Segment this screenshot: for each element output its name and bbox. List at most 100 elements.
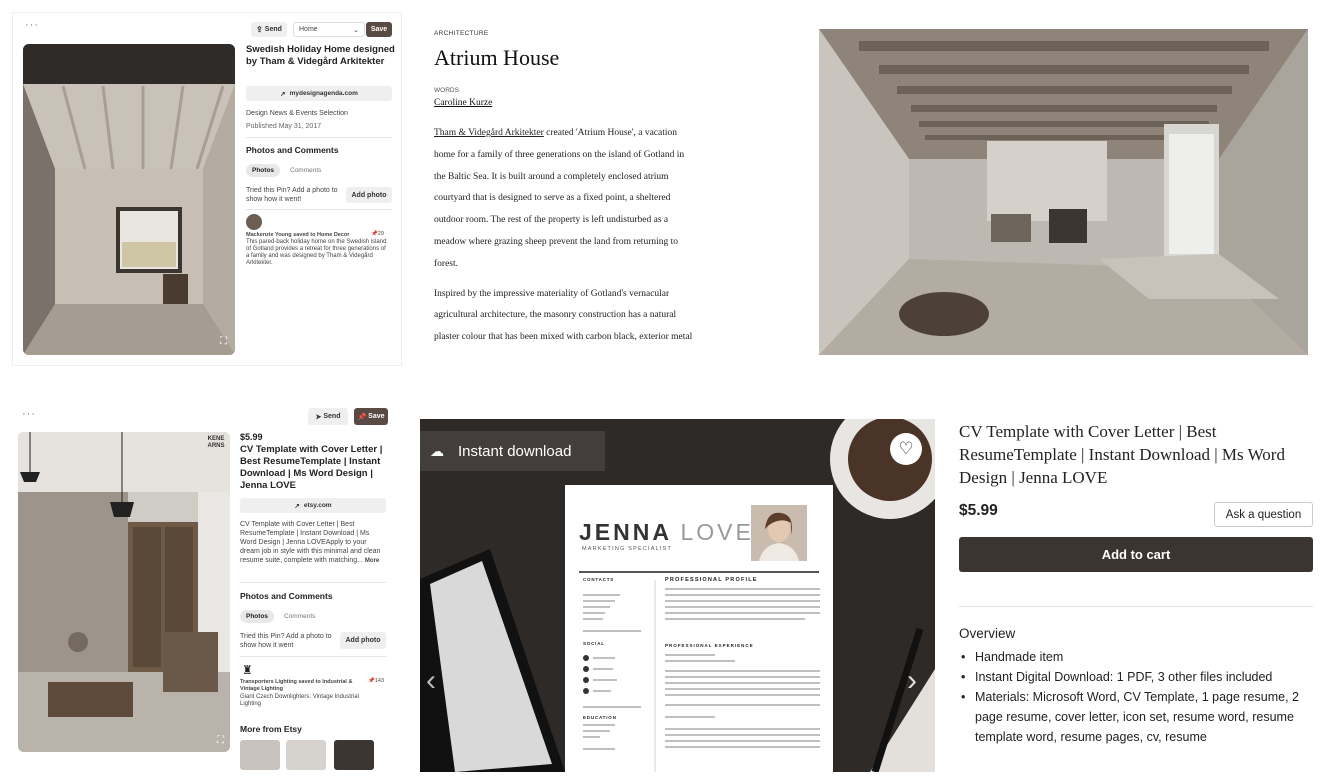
saver-description: Giant Czech Downlighters. Vintage Indust…: [240, 694, 359, 707]
pin-price: $5.99: [240, 432, 263, 442]
architect-link[interactable]: Tham & Videgård Arkitekter: [434, 128, 544, 138]
add-photo-button[interactable]: Add photo: [346, 187, 392, 203]
list-item: Handmade item: [959, 647, 1314, 667]
ask-question-button[interactable]: Ask a question: [1214, 502, 1313, 527]
send-button[interactable]: ⇪ Send: [251, 22, 287, 37]
para1-line: forest.: [434, 258, 459, 269]
para1-line: outdoor room. The rest of the property i…: [434, 215, 669, 226]
arrow-up-right-icon: ↗: [280, 90, 286, 98]
para1-line: the Baltic Sea. It is built around a com…: [434, 171, 669, 182]
article-category[interactable]: ARCHITECTURE: [434, 30, 734, 37]
chevron-right-icon[interactable]: ›: [907, 664, 917, 698]
pin-panel-house: ··· ⇪ Send Home ⌄ Save ⛶ Swedish Holiday…: [12, 12, 402, 366]
pin-image-loft[interactable]: KENE ARNS ⛶: [18, 432, 230, 752]
para1-line: home for a family of three generations o…: [434, 149, 685, 160]
avatar[interactable]: [246, 214, 262, 230]
saver-line[interactable]: Mackenzie Young saved to Home Decor: [246, 232, 366, 239]
list-item: Instant Digital Download: 1 PDF, 3 other…: [959, 667, 1314, 687]
tab-photos[interactable]: Photos: [246, 164, 281, 177]
divider: [246, 137, 392, 138]
words-label: WORDS: [434, 87, 459, 94]
saver-description: This pared-back holiday home on the Swed…: [246, 239, 387, 266]
overview-heading: Overview: [959, 626, 1016, 641]
send-button[interactable]: ➤ Send: [308, 408, 348, 425]
send-label: Send: [323, 413, 341, 420]
divider: [240, 582, 386, 583]
source-link-label: mydesignagenda.com: [289, 90, 358, 97]
cv-product-image[interactable]: ☁ Instant download ♡ ‹ › JENNA LOVE MARK…: [420, 419, 935, 772]
source-name[interactable]: Design News & Events Selection: [246, 109, 348, 118]
chevron-left-icon[interactable]: ‹: [426, 664, 436, 698]
photos-comments-heading: Photos and Comments: [246, 145, 339, 155]
industrial-loft-image: [18, 432, 230, 752]
pin-panel-cv: ··· ➤ Send 📌 Save KENE ARNS ⛶ $5.99 CV T…: [12, 402, 402, 772]
image-brand: KENE ARNS: [207, 436, 225, 449]
para1-line: meadow where grazing sheep prevent the l…: [434, 236, 679, 247]
article-body: Tham & Videgård Arkitekter created 'Atri…: [434, 123, 734, 349]
listing-title: CV Template with Cover Letter | Best Res…: [959, 422, 1285, 487]
expand-icon[interactable]: ⛶: [217, 735, 224, 746]
pin-title[interactable]: CV Template with Cover Letter | Best Res…: [240, 444, 390, 492]
pin-description-text: CV Template with Cover Letter | Best Res…: [240, 521, 381, 564]
cv-text-lines: [583, 580, 820, 772]
lamp-icon[interactable]: ♜: [242, 663, 253, 677]
saver-line[interactable]: Transporters Lighting saved to Industria…: [240, 679, 360, 693]
interior-photo-image: [819, 29, 1308, 355]
add-to-cart-button[interactable]: Add to cart: [959, 537, 1313, 572]
pin-icon: 📌: [357, 413, 367, 421]
pin-image-house[interactable]: ⛶: [23, 44, 235, 355]
tab-comments[interactable]: Comments: [284, 164, 327, 177]
etsy-listing-panel: CV Template with Cover Letter | Best Res…: [959, 420, 1314, 744]
divider: [240, 656, 386, 657]
tab-photos[interactable]: Photos: [240, 610, 275, 623]
photos-comments-heading: Photos and Comments: [240, 591, 333, 601]
more-thumb[interactable]: [286, 740, 326, 770]
board-select[interactable]: Home ⌄: [293, 22, 365, 37]
save-button[interactable]: Save: [366, 22, 392, 37]
article-paragraph-1: Tham & Videgård Arkitekter created 'Atri…: [434, 123, 734, 276]
source-link[interactable]: ↗ mydesignagenda.com: [246, 86, 392, 101]
send-icon: ➤: [315, 413, 322, 421]
more-menu-icon[interactable]: ···: [25, 19, 39, 31]
para2-line: agricultural architecture, the masonry c…: [434, 310, 677, 321]
board-select-value: Home: [299, 26, 318, 33]
divider: [246, 209, 392, 210]
more-thumb[interactable]: [334, 740, 374, 770]
save-count: 📌143: [368, 678, 384, 685]
para1-line: courtyard that is designed to serve as a…: [434, 193, 671, 204]
send-label: Send: [264, 26, 282, 33]
article-title: Atrium House: [434, 45, 560, 70]
tried-pin-text: Tried this Pin? Add a photo to show how …: [240, 633, 332, 649]
more-menu-icon[interactable]: ···: [22, 408, 36, 420]
tried-pin-text: Tried this Pin? Add a photo to show how …: [246, 187, 338, 203]
share-icon: ⇪: [256, 25, 263, 34]
source-link[interactable]: ↗ etsy.com: [240, 498, 386, 513]
save-label: Save: [368, 413, 385, 420]
para2-line: plaster colour that has been mixed with …: [434, 332, 693, 343]
save-count: 📌29: [371, 231, 384, 238]
save-button[interactable]: 📌 Save: [354, 408, 388, 425]
article-panel: ARCHITECTURE Atrium House WORDS Caroline…: [434, 30, 734, 349]
author-link[interactable]: Caroline Kurze: [434, 98, 734, 108]
listing-price: $5.99: [959, 502, 998, 519]
overview-list: Handmade item Instant Digital Download: …: [959, 647, 1314, 747]
instant-download-badge: ☁ Instant download: [420, 431, 605, 471]
add-photo-button[interactable]: Add photo: [340, 632, 386, 649]
tab-comments[interactable]: Comments: [278, 610, 321, 623]
house-interior-image: [23, 44, 235, 355]
article-paragraph-2: Inspired by the impressive materiality o…: [434, 284, 734, 349]
pin-icon: 📌: [371, 231, 378, 237]
more-thumb[interactable]: [240, 740, 280, 770]
list-item: Materials: Microsoft Word, CV Template, …: [959, 687, 1314, 747]
expand-icon[interactable]: ⛶: [220, 336, 227, 347]
pin-title[interactable]: Swedish Holiday Home designed by Tham & …: [246, 44, 396, 68]
source-link-label: etsy.com: [303, 502, 332, 509]
more-from-heading: More from Etsy: [240, 724, 302, 734]
para1-line: created 'Atrium House', a vacation: [543, 128, 678, 138]
favorite-heart-icon[interactable]: ♡: [890, 433, 922, 465]
cloud-download-icon: ☁: [430, 442, 444, 459]
save-count-value: 143: [374, 678, 385, 684]
para2-line: Inspired by the impressive materiality o…: [434, 288, 670, 299]
published-date: Published May 31, 2017: [246, 123, 322, 130]
more-link[interactable]: More: [365, 558, 379, 564]
